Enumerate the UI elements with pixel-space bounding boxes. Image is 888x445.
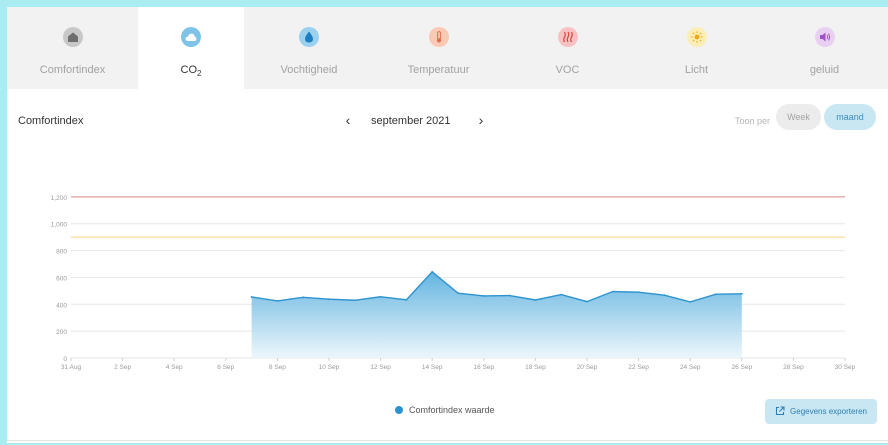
- y-tick-label: 1,000: [51, 222, 68, 229]
- x-tick-label: 2 Sep: [114, 364, 131, 371]
- series-area: [251, 271, 742, 358]
- y-tick-label: 0: [63, 356, 67, 363]
- app-frame: Comfortindex CO2 Vochtigheid Temperatuur VOC…: [7, 7, 888, 443]
- x-tick-label: 6 Sep: [217, 364, 234, 371]
- x-tick-label: 16 Sep: [473, 364, 494, 371]
- y-tick-label: 800: [56, 249, 67, 256]
- x-tick-label: 28 Sep: [783, 364, 804, 371]
- x-tick-label: 12 Sep: [370, 364, 391, 371]
- data-point: [302, 296, 305, 299]
- data-point: [689, 300, 692, 303]
- x-tick-label: 8 Sep: [269, 364, 286, 371]
- data-point: [379, 295, 382, 298]
- data-point: [715, 293, 717, 296]
- x-tick-label: 24 Sep: [680, 364, 701, 371]
- data-point: [508, 294, 511, 297]
- data-point: [457, 292, 459, 295]
- data-point: [560, 293, 563, 296]
- y-tick-label: 400: [56, 302, 67, 309]
- chart-legend[interactable]: Comfortindex waarde: [395, 405, 495, 415]
- x-tick-label: 26 Sep: [731, 364, 752, 371]
- y-tick-label: 1,200: [51, 195, 68, 202]
- data-point: [431, 270, 434, 273]
- data-point: [740, 292, 743, 295]
- data-point: [353, 299, 356, 302]
- export-label: Gegevens exporteren: [790, 407, 867, 416]
- data-point: [328, 298, 330, 301]
- x-tick-label: 30 Sep: [835, 364, 856, 371]
- x-tick-label: 22 Sep: [628, 364, 649, 371]
- data-point: [637, 291, 640, 294]
- y-tick-label: 200: [56, 329, 67, 336]
- legend-label: Comfortindex waarde: [409, 405, 495, 415]
- x-tick-label: 18 Sep: [525, 364, 546, 371]
- x-tick-label: 4 Sep: [166, 364, 183, 371]
- x-tick-label: 14 Sep: [422, 364, 443, 371]
- data-point: [586, 300, 588, 303]
- comfortindex-chart: 0 200 400 600 800 1,000 1,200 31 Aug 2 Sep 4 Sep 6…: [51, 195, 856, 371]
- data-point: [405, 298, 408, 301]
- data-point: [250, 296, 253, 298]
- export-icon: [775, 403, 785, 421]
- data-point: [611, 290, 614, 293]
- y-tick-label: 600: [56, 275, 67, 282]
- data-point: [482, 295, 485, 297]
- x-tick-label: 31 Aug: [61, 364, 82, 371]
- data-point: [534, 299, 537, 301]
- bottom-divider: [7, 440, 888, 441]
- x-tick-label: 10 Sep: [319, 364, 340, 371]
- data-point: [276, 300, 279, 302]
- legend-marker: [395, 406, 403, 414]
- x-tick-label: 20 Sep: [577, 364, 598, 371]
- export-data-button[interactable]: Gegevens exporteren: [765, 399, 877, 424]
- data-point: [663, 294, 666, 297]
